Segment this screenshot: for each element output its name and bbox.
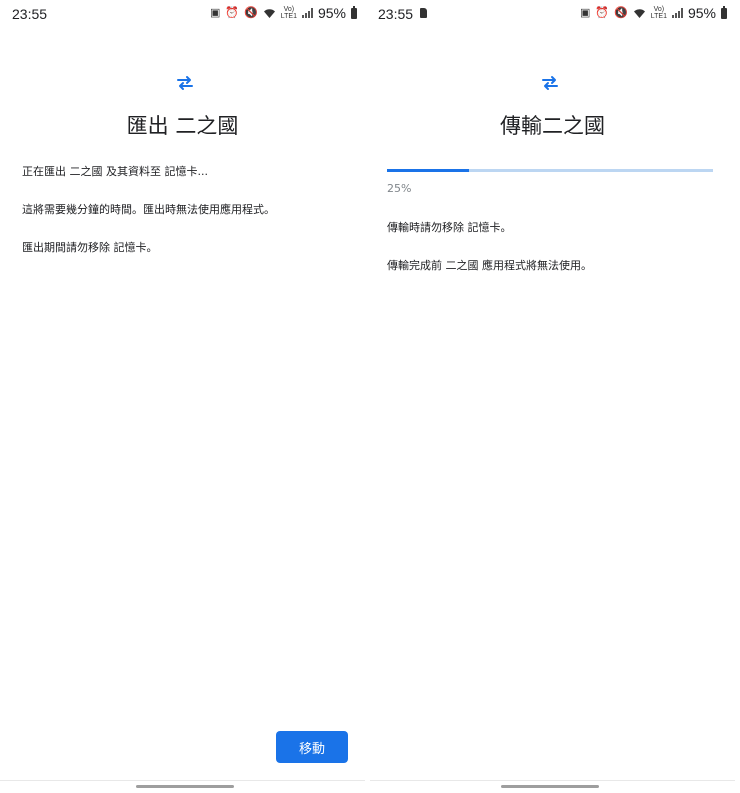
- signal-icon: [671, 8, 683, 18]
- camera-icon: ▣: [579, 6, 591, 19]
- transfer-arrows-icon: [542, 76, 558, 90]
- progress-fill: [387, 169, 469, 172]
- battery-percent: 95%: [687, 5, 716, 21]
- battery-icon: [721, 5, 727, 19]
- remove-warning: 傳輸時請勿移除 記憶卡。: [387, 221, 512, 234]
- page-title: 匯出 二之國: [126, 114, 239, 138]
- home-gesture-bar[interactable]: [136, 785, 234, 788]
- unavailable-notice: 傳輸完成前 二之國 應用程式將無法使用。: [387, 259, 592, 272]
- nav-divider: [370, 780, 735, 781]
- export-status-text: 正在匯出 二之國 及其資料至 記憶卡...: [22, 165, 208, 178]
- status-icons: ▣ ⏰ 🔇 Vo) LTE1 95%: [580, 5, 727, 21]
- page-title: 傳輸二之國: [500, 114, 605, 138]
- mute-icon: 🔇: [244, 6, 258, 19]
- volte-icon: Vo) LTE1: [280, 6, 297, 20]
- signal-icon: [301, 8, 313, 18]
- alarm-icon: ⏰: [595, 6, 610, 19]
- status-time: 23:55: [12, 6, 48, 22]
- home-gesture-bar[interactable]: [501, 785, 599, 788]
- battery-icon: [351, 5, 357, 19]
- camera-icon: ▣: [209, 6, 221, 19]
- transfer-screen: 23:55 ▣ ⏰ 🔇 Vo) LTE1 95% 傳輸二之國 25% 傳輸時請勿移…: [370, 0, 735, 793]
- wifi-icon: [633, 8, 645, 18]
- progress-bar: [387, 169, 713, 172]
- nav-divider: [0, 780, 365, 781]
- status-time: 23:55: [378, 6, 414, 22]
- duration-notice: 這將需要幾分鐘的時間。匯出時無法使用應用程式。: [22, 203, 275, 216]
- volte-icon: Vo) LTE1: [650, 6, 667, 20]
- status-bar: 23:55 ▣ ⏰ 🔇 Vo) LTE1 95%: [370, 0, 735, 28]
- remove-warning: 匯出期間請勿移除 記憶卡。: [22, 241, 158, 254]
- move-button[interactable]: 移動: [276, 731, 348, 763]
- status-bar: 23:55 ▣ ⏰ 🔇 Vo) LTE1 95%: [0, 0, 365, 28]
- progress-percent: 25%: [387, 182, 412, 195]
- alarm-icon: ⏰: [225, 6, 240, 19]
- status-icons: ▣ ⏰ 🔇 Vo) LTE1 95%: [210, 5, 357, 21]
- mute-icon: 🔇: [614, 6, 628, 19]
- sd-card-icon: [420, 8, 427, 18]
- battery-percent: 95%: [317, 5, 346, 21]
- transfer-arrows-icon: [177, 76, 193, 90]
- export-screen: 23:55 ▣ ⏰ 🔇 Vo) LTE1 95% 匯出 二之國 正在匯出 二之國 …: [0, 0, 365, 793]
- wifi-icon: [263, 8, 275, 18]
